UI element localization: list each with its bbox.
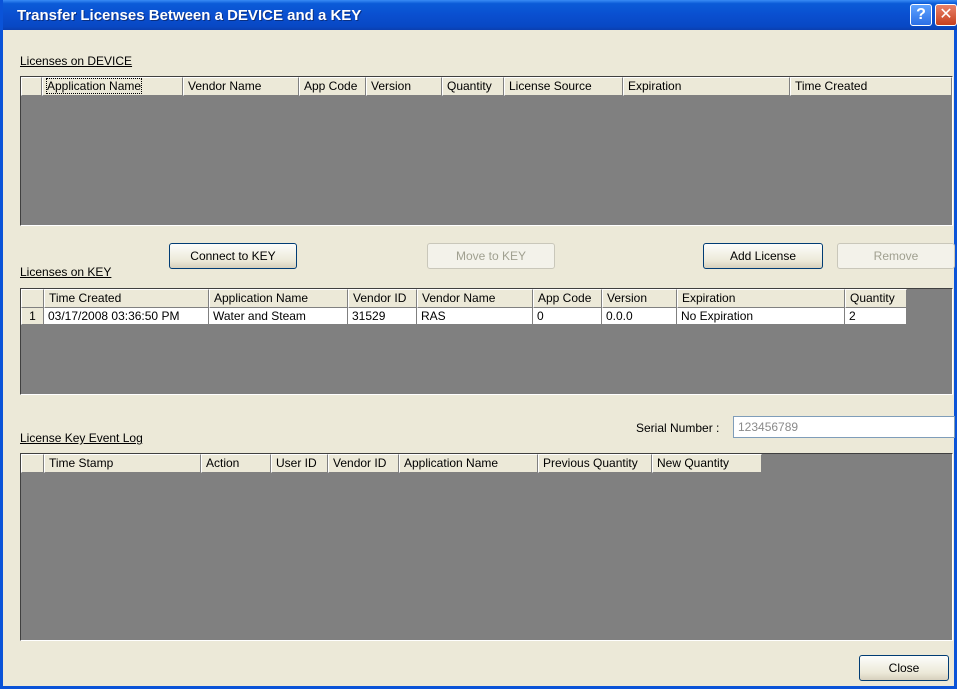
row-number: 1: [21, 308, 44, 325]
serial-number-field[interactable]: 123456789: [733, 416, 955, 438]
log-col-corner: [21, 454, 44, 473]
title-bar[interactable]: Transfer Licenses Between a DEVICE and a…: [3, 0, 957, 30]
log-col-previous-quantity[interactable]: Previous Quantity: [538, 454, 652, 473]
add-license-button[interactable]: Add License: [703, 243, 823, 269]
dialog-window: Transfer Licenses Between a DEVICE and a…: [0, 0, 957, 689]
device-col-corner: [21, 77, 42, 96]
table-row[interactable]: 1 03/17/2008 03:36:50 PM Water and Steam…: [21, 308, 907, 325]
event-log-label: License Key Event Log: [20, 431, 143, 445]
key-col-application-name[interactable]: Application Name: [209, 289, 348, 308]
key-col-app-code[interactable]: App Code: [533, 289, 602, 308]
cell-vendor-name: RAS: [417, 308, 533, 325]
device-col-version[interactable]: Version: [366, 77, 442, 96]
log-col-new-quantity[interactable]: New Quantity: [652, 454, 762, 473]
cell-vendor-id: 31529: [348, 308, 417, 325]
event-log-grid[interactable]: Time Stamp Action User ID Vendor ID Appl…: [20, 453, 953, 641]
log-col-application-name[interactable]: Application Name: [399, 454, 538, 473]
key-col-quantity[interactable]: Quantity: [845, 289, 907, 308]
device-col-vendor-name[interactable]: Vendor Name: [183, 77, 299, 96]
device-col-application-name[interactable]: Application Name: [42, 77, 183, 96]
move-to-key-button[interactable]: Move to KEY: [427, 243, 555, 269]
key-grid-header: Time Created Application Name Vendor ID …: [21, 289, 907, 308]
help-button[interactable]: ?: [910, 4, 932, 26]
remove-button[interactable]: Remove: [837, 243, 955, 269]
device-licenses-grid[interactable]: Application Name Vendor Name App Code Ve…: [20, 76, 953, 226]
cell-version: 0.0.0: [602, 308, 677, 325]
device-col-license-source[interactable]: License Source: [504, 77, 623, 96]
window-title: Transfer Licenses Between a DEVICE and a…: [17, 7, 362, 24]
log-col-user-id[interactable]: User ID: [271, 454, 328, 473]
device-licenses-label: Licenses on DEVICE: [20, 54, 133, 68]
device-col-app-code[interactable]: App Code: [299, 77, 366, 96]
close-button[interactable]: Close: [859, 655, 949, 681]
key-col-version[interactable]: Version: [602, 289, 677, 308]
log-col-action[interactable]: Action: [201, 454, 271, 473]
cell-app-code: 0: [533, 308, 602, 325]
serial-number-label: Serial Number :: [636, 421, 720, 435]
cell-application-name: Water and Steam: [209, 308, 348, 325]
key-col-expiration[interactable]: Expiration: [677, 289, 845, 308]
key-col-vendor-name[interactable]: Vendor Name: [417, 289, 533, 308]
log-col-time-stamp[interactable]: Time Stamp: [44, 454, 201, 473]
device-grid-header: Application Name Vendor Name App Code Ve…: [21, 77, 952, 96]
key-col-vendor-id[interactable]: Vendor ID: [348, 289, 417, 308]
key-col-corner: [21, 289, 44, 308]
key-licenses-grid[interactable]: Time Created Application Name Vendor ID …: [20, 288, 953, 395]
cell-quantity: 2: [845, 308, 907, 325]
log-col-vendor-id[interactable]: Vendor ID: [328, 454, 399, 473]
key-col-time-created[interactable]: Time Created: [44, 289, 209, 308]
device-col-expiration[interactable]: Expiration: [623, 77, 790, 96]
connect-to-key-button[interactable]: Connect to KEY: [169, 243, 297, 269]
cell-time-created: 03/17/2008 03:36:50 PM: [44, 308, 209, 325]
log-grid-header: Time Stamp Action User ID Vendor ID Appl…: [21, 454, 762, 473]
device-col-time-created[interactable]: Time Created: [790, 77, 952, 96]
cell-expiration: No Expiration: [677, 308, 845, 325]
close-window-button[interactable]: ✕: [935, 4, 957, 26]
key-licenses-label: Licenses on KEY: [20, 265, 112, 279]
device-col-quantity[interactable]: Quantity: [442, 77, 504, 96]
